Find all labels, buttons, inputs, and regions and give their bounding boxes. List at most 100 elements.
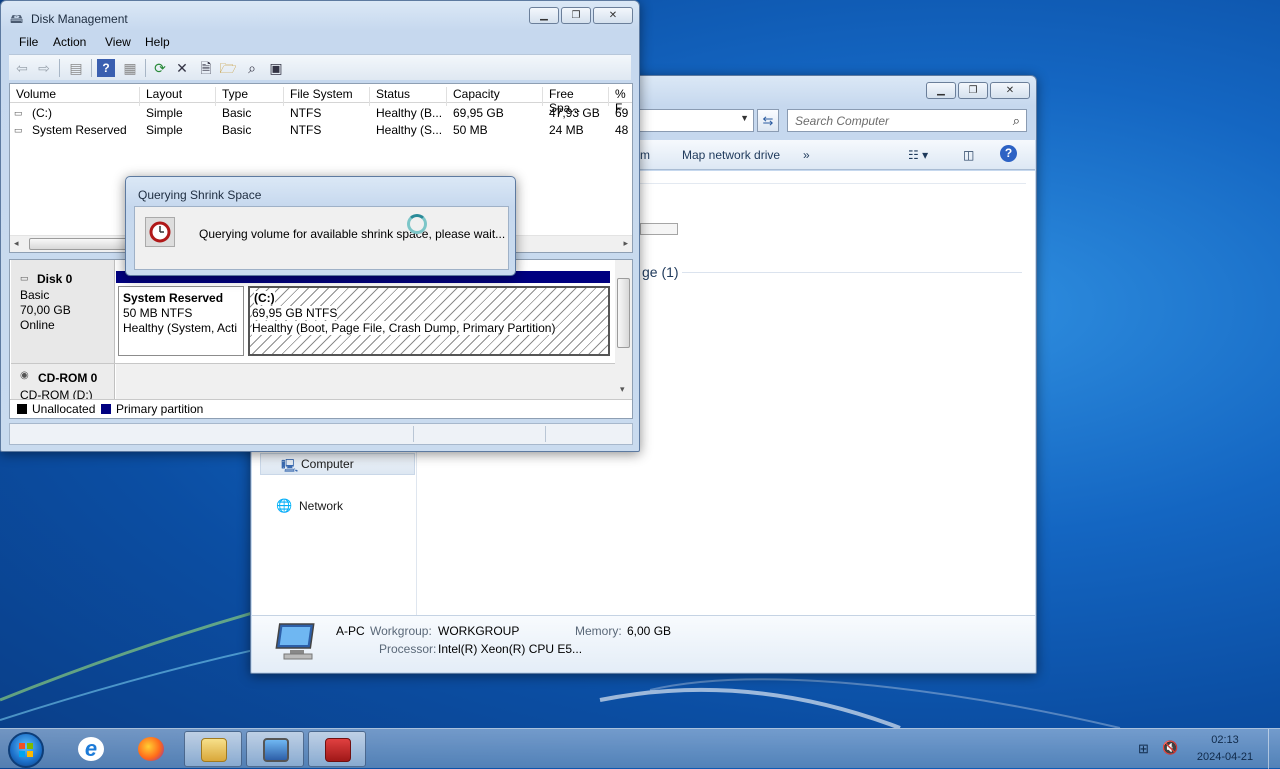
status-separator [545,426,546,442]
show-desktop-button[interactable] [1268,729,1280,769]
taskbar: e ⊞ 🔇 02:13 2024-04-21 [0,728,1280,769]
volume-muted-icon[interactable]: 🔇 [1162,740,1178,756]
menu-view[interactable]: View [105,35,131,49]
disk-management-icon: 🖴 [10,11,24,26]
network-tray-icon[interactable]: ⊞ [1138,741,1149,757]
change-view-icon[interactable]: ☷ ▾ [908,148,928,162]
find-icon[interactable]: ⌕ [243,59,261,77]
disk-0-label[interactable]: ▭ Disk 0 Basic 70,00 GB Online [11,260,115,363]
more-commands-button[interactable]: » [803,148,810,162]
scroll-down-icon[interactable]: ▾ [620,384,625,395]
close-button[interactable]: ✕ [593,7,633,24]
scroll-thumb[interactable] [617,278,630,348]
command-partial[interactable]: m [640,148,650,162]
divider [640,183,1026,184]
maximize-button[interactable]: ❐ [561,7,591,24]
column-percent-free[interactable]: % F [609,87,633,115]
taskbar-internet-explorer[interactable]: e [62,731,120,767]
table-row[interactable]: ▭ System Reserved Simple Basic NTFS Heal… [10,122,632,139]
nav-item-computer[interactable]: 🖳 Computer [260,453,415,475]
menu-help[interactable]: Help [145,35,170,49]
refresh-button[interactable]: ⇆ [757,109,779,132]
column-file-system[interactable]: File System [284,87,370,106]
windows-logo-icon [19,743,33,757]
legend-unallocated: Unallocated [32,402,96,416]
drive-icon: ▭ [14,108,23,118]
volume-list-header: Volume Layout Type File System Status Ca… [10,84,633,115]
column-status[interactable]: Status [370,87,447,106]
start-button[interactable] [8,732,44,768]
preview-pane-icon[interactable]: ◫ [963,148,974,162]
address-row: ▼ ⇆ Search Computer ⌕ [639,109,1028,133]
address-bar[interactable]: ▼ [639,109,754,132]
status-bar [9,423,633,445]
back-arrow-icon[interactable]: ⇦ [13,59,31,77]
hard-disk-icon: ▭ [20,273,29,283]
taskbar-toolbox[interactable] [308,731,366,767]
properties-pane-icon[interactable]: ▦ [121,59,139,77]
explorer-caption-buttons: ▁ ❐ ✕ [926,82,1030,99]
cdrom-0-label[interactable]: ◉ CD-ROM 0 CD-ROM (D:) [11,364,115,402]
window-title: Disk Management [31,12,128,26]
column-type[interactable]: Type [216,87,284,106]
status-separator [413,426,414,442]
forward-arrow-icon[interactable]: ⇨ [35,59,53,77]
drive-capacity-bar [640,223,678,235]
cdrom-empty-area [116,364,616,400]
memory-value: 6,00 GB [627,624,672,638]
show-hide-tree-icon[interactable]: ▤ [67,59,85,77]
column-free-space[interactable]: Free Spa... [543,87,609,115]
rescan-disks-icon[interactable]: ▣ [267,59,285,77]
chevron-down-icon[interactable]: ▼ [740,113,749,123]
properties-icon[interactable]: 🗎 [197,59,215,77]
open-folder-icon[interactable]: 🗁 [219,59,237,77]
legend-swatch-unallocated [17,404,27,414]
search-icon[interactable]: ⌕ [1013,113,1020,129]
group-header-storage[interactable]: ge (1) [642,264,679,280]
drive-icon: ▭ [14,125,23,135]
taskbar-computer-management[interactable] [246,731,304,767]
refresh-icon[interactable]: ⟳ [151,59,169,77]
table-row[interactable]: ▭ (C:) Simple Basic NTFS Healthy (B... 6… [10,105,632,122]
processor-value: Intel(R) Xeon(R) CPU E5... [438,642,583,656]
nav-item-network[interactable]: 🌐 Network [276,498,343,513]
partition-system-reserved[interactable]: System Reserved 50 MB NTFS Healthy (Syst… [118,286,244,356]
delete-icon[interactable]: ✕ [173,59,191,77]
search-input[interactable]: Search Computer ⌕ [787,109,1027,132]
taskbar-firefox[interactable] [122,731,180,767]
menu-action[interactable]: Action [53,35,86,49]
clock-date[interactable]: 2024-04-21 [1190,751,1260,763]
clock-time[interactable]: 02:13 [1190,734,1260,746]
internet-explorer-icon: e [78,737,104,761]
scroll-left-icon[interactable]: ◂ [14,238,19,249]
scroll-right-icon[interactable]: ▸ [623,238,628,249]
vertical-scrollbar[interactable]: ▾ [615,260,632,400]
partition-c-drive[interactable]: (C:) 69,95 GB NTFS Healthy (Boot, Page F… [248,286,610,356]
workgroup-value: WORKGROUP [438,624,520,638]
legend: Unallocated Primary partition [10,399,632,418]
group-divider [682,272,1022,273]
computer-icon: 🖳 [281,458,299,473]
menu-file[interactable]: File [19,35,38,49]
map-network-drive-button[interactable]: Map network drive [682,148,780,162]
toolbar-separator [91,59,92,77]
toolbox-icon [325,738,351,762]
pc-name: A-PC [336,624,365,638]
minimize-button[interactable]: ▁ [926,82,956,99]
legend-primary: Primary partition [116,402,204,416]
minimize-button[interactable]: ▁ [529,7,559,24]
toolbar-separator [145,59,146,77]
column-capacity[interactable]: Capacity [447,87,543,106]
scroll-thumb[interactable] [29,238,129,250]
processor-label: Processor: [379,642,437,656]
column-volume[interactable]: Volume [10,87,140,106]
maximize-button[interactable]: ❐ [958,82,988,99]
help-icon[interactable]: ? [97,59,115,77]
dialog-body: Querying volume for available shrink spa… [134,206,509,270]
column-layout[interactable]: Layout [140,87,216,106]
help-icon[interactable]: ? [1000,145,1017,162]
clock-icon [145,217,175,247]
querying-shrink-space-dialog[interactable]: Querying Shrink Space Querying volume fo… [125,176,516,276]
close-button[interactable]: ✕ [990,82,1030,99]
taskbar-file-explorer[interactable] [184,731,242,767]
